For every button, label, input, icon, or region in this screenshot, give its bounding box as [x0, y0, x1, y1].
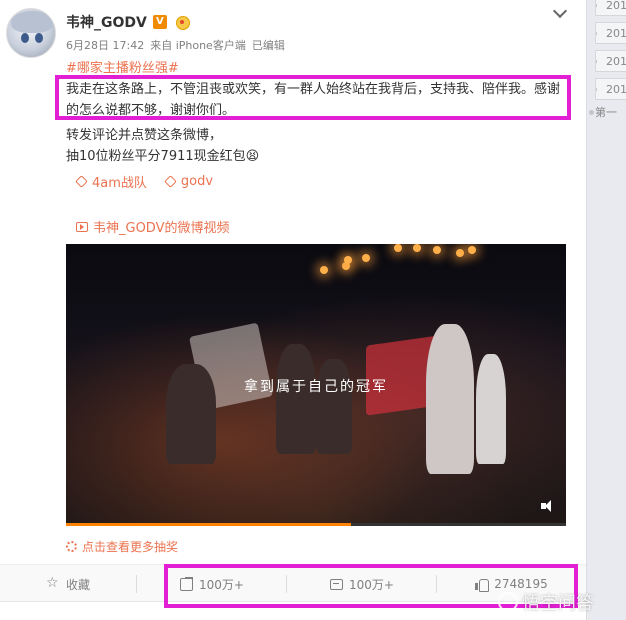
video-progress-bar[interactable] [66, 523, 566, 526]
post-line-3: 抽10位粉丝平分7911现金红包😫 [66, 146, 566, 167]
verified-badge-icon: V [152, 15, 167, 29]
tag-label: 4am战队 [92, 176, 147, 191]
video-source-label: 韦神_GODV的微博视频 [93, 221, 230, 236]
year-item[interactable]: 2014 [595, 78, 626, 100]
chevron-down-icon[interactable] [552, 4, 568, 20]
username[interactable]: 韦神_GODV [66, 12, 147, 32]
collect-label: 收藏 [65, 577, 90, 592]
tag-link[interactable]: 4am战队 [76, 172, 147, 191]
lottery-label: 点击查看更多抽奖 [82, 540, 179, 554]
video-player[interactable]: 拿到属于自己的冠军 [66, 244, 566, 526]
lottery-icon [66, 541, 77, 552]
post-line-text: 抽10位粉丝平分7911现金红包 [66, 149, 246, 164]
tag-list: 4am战队 godv [76, 172, 213, 191]
edited-label[interactable]: 已编辑 [252, 37, 285, 53]
weibo-page: 2017 2016 2015 2014 第一 韦神_GODV V 6月28日 1… [0, 0, 626, 620]
crowd-figure [476, 354, 506, 464]
video-subtitle: 拿到属于自己的冠军 [244, 379, 388, 395]
watermark-logo-icon [498, 592, 518, 612]
avatar-eye [21, 33, 29, 43]
author-row: 韦神_GODV V [66, 12, 191, 32]
watermark-label: 悟空问答 [522, 593, 594, 614]
collect-button[interactable]: 收藏 [0, 565, 137, 603]
year-item[interactable]: 2017 [595, 0, 626, 16]
watermark: 悟空问答 [498, 589, 594, 615]
year-first[interactable]: 第一 [589, 104, 617, 120]
post-date[interactable]: 6月28日 17:42 [66, 37, 144, 53]
medal-icon [173, 14, 191, 30]
stage-light [456, 249, 464, 257]
tag-link[interactable]: godv [165, 172, 213, 191]
avatar-hair [11, 11, 53, 33]
crowd-figure [276, 344, 316, 454]
video-progress-fill [66, 523, 351, 526]
year-item[interactable]: 2015 [595, 50, 626, 72]
post-source: 来自 iPhone客户端 [150, 39, 246, 52]
stage-light [344, 256, 352, 264]
tag-icon [76, 176, 87, 187]
star-icon [46, 575, 60, 591]
post-line: 转发评论并点赞这条微博， [66, 128, 223, 143]
avatar[interactable] [6, 8, 56, 58]
stage-light [362, 254, 370, 262]
crowd-figure [316, 359, 352, 454]
weibo-post-card: 韦神_GODV V 6月28日 17:42 来自 iPhone客户端 已编辑 #… [0, 0, 594, 620]
stage-light [320, 266, 328, 274]
video-icon [76, 221, 88, 232]
year-item[interactable]: 2016 [595, 22, 626, 44]
tag-icon [165, 176, 176, 187]
stage-light [394, 244, 402, 252]
volume-mute-icon[interactable] [540, 499, 554, 513]
post-meta: 6月28日 17:42 来自 iPhone客户端 已编辑 [66, 37, 285, 53]
stage-light [433, 246, 441, 254]
crowd-figure [426, 324, 474, 474]
year-timeline: 2017 2016 2015 2014 第一 [586, 0, 626, 620]
avatar-eye [35, 33, 43, 43]
video-source-link[interactable]: 韦神_GODV的微博视频 [76, 217, 229, 236]
tag-label: godv [180, 174, 214, 189]
lottery-link[interactable]: 点击查看更多抽奖 [66, 538, 178, 555]
stage-light [468, 246, 476, 254]
stage-light [413, 244, 421, 252]
emoji-icon: 😫 [245, 149, 260, 164]
highlight-box [55, 75, 571, 120]
